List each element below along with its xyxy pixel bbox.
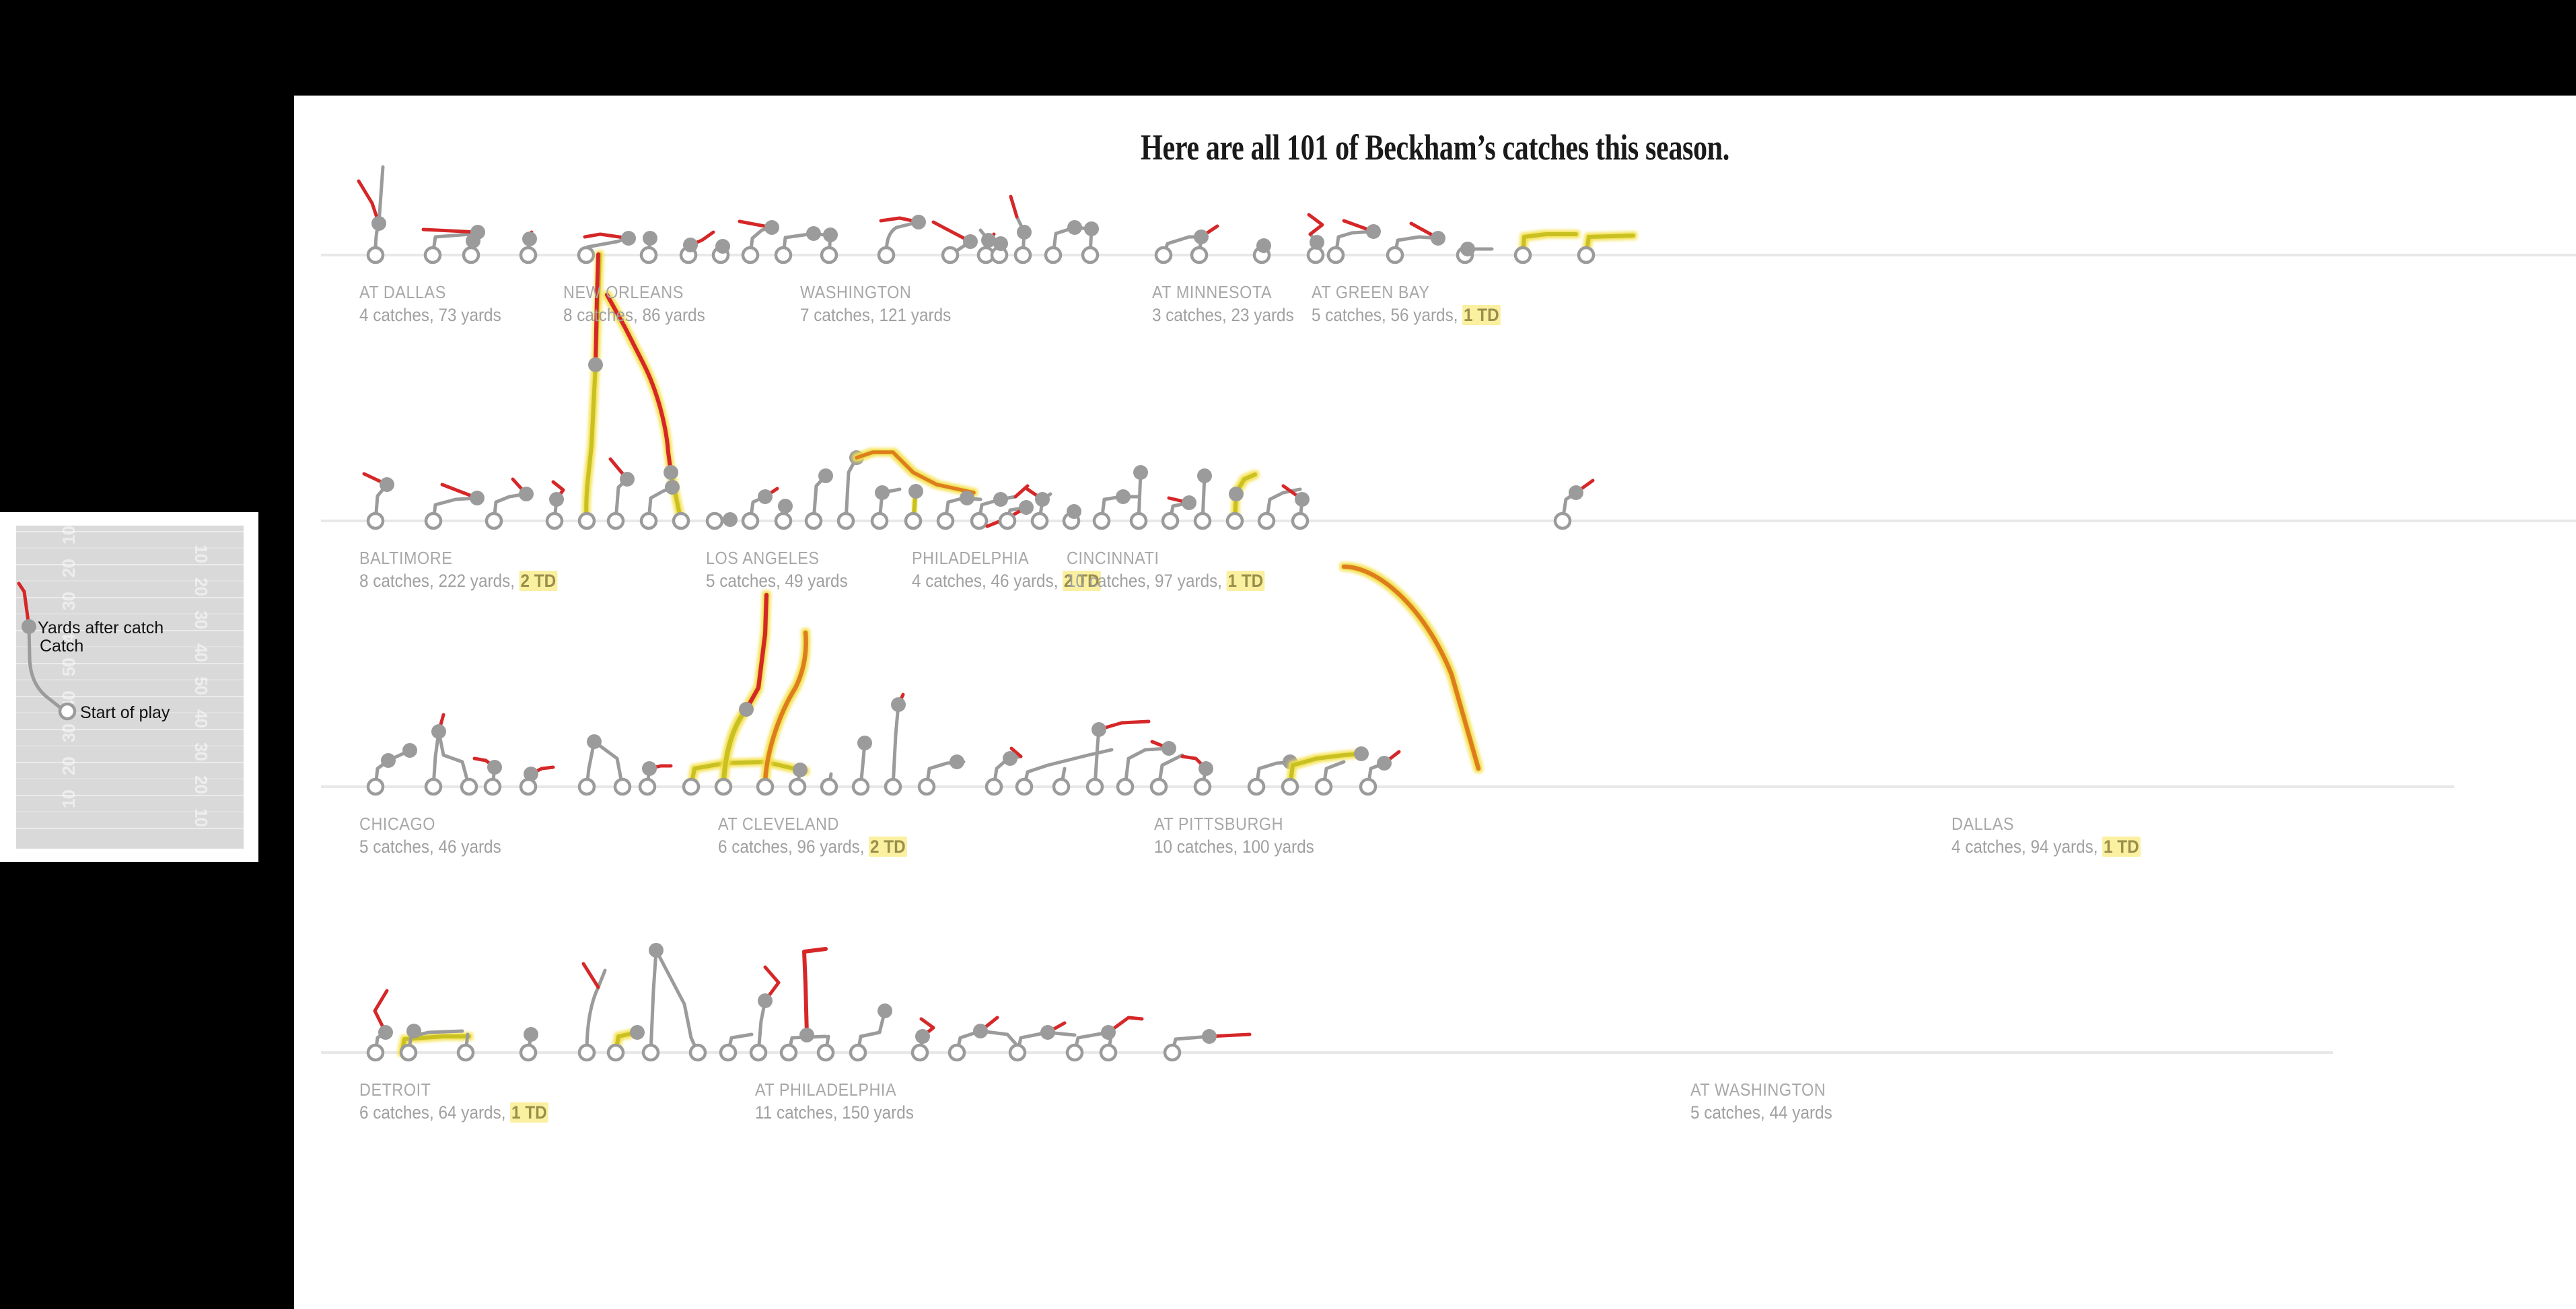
game-label-washington: WASHINGTON <box>800 282 912 302</box>
game-label-chicago: CHICAGO <box>359 814 435 834</box>
td-badge: 1 TD <box>1462 305 1501 325</box>
td-badge: 1 TD <box>510 1102 548 1123</box>
stat-text: 4 catches, 94 yards, <box>1952 837 2103 857</box>
stat-text: 8 catches, 222 yards, <box>359 571 520 591</box>
legend-label-yac: Yards after catch <box>38 618 164 637</box>
game-stat-at-pittsburgh: 10 catches, 100 yards <box>1154 837 1314 857</box>
game-label-at-philadelphia: AT PHILADELPHIA <box>755 1080 897 1100</box>
game-stat-baltimore: 8 catches, 222 yards, 2 TD <box>359 571 558 592</box>
stat-text: 10 catches, 97 yards, <box>1067 571 1227 591</box>
game-stat-washington: 7 catches, 121 yards <box>800 305 952 325</box>
game-stat-at-dallas: 4 catches, 73 yards <box>359 305 501 325</box>
legend-catch-dot <box>22 619 36 634</box>
row-3-plays <box>366 592 1401 796</box>
td-badge: 1 TD <box>1226 571 1265 591</box>
game-label-new-orleans: NEW ORLEANS <box>563 282 684 302</box>
game-label-at-green-bay: AT GREEN BAY <box>1312 282 1430 302</box>
stat-text: 6 catches, 96 yards, <box>718 837 869 857</box>
game-label-at-pittsburgh: AT PITTSBURGH <box>1154 814 1284 834</box>
game-stat-new-orleans: 8 catches, 86 yards <box>563 305 705 325</box>
row-1-edge-play <box>1577 234 1635 264</box>
td-badge: 1 TD <box>2102 837 2141 857</box>
game-label-at-washington: AT WASHINGTON <box>1690 1080 1826 1100</box>
catch-chart-svg <box>321 165 2576 1062</box>
row-2-plays <box>362 252 1481 771</box>
game-stat-cincinnati: 10 catches, 97 yards, 1 TD <box>1067 571 1265 592</box>
game-stat-at-minnesota: 3 catches, 23 yards <box>1152 305 1294 325</box>
game-stat-los-angeles: 5 catches, 49 yards <box>706 571 848 591</box>
legend-label-start: Start of play <box>80 703 170 722</box>
legend-label-catch: Catch <box>40 637 84 656</box>
game-label-at-minnesota: AT MINNESOTA <box>1152 282 1273 302</box>
td-badge: 2 TD <box>869 837 907 857</box>
td-badge: 2 TD <box>519 571 558 591</box>
stat-text: 4 catches, 46 yards, <box>912 571 1063 591</box>
game-label-los-angeles: LOS ANGELES <box>706 548 820 568</box>
catch-chart: AT DALLAS 4 catches, 73 yards NEW ORLEAN… <box>294 96 2576 1309</box>
game-label-baltimore: BALTIMORE <box>359 548 453 568</box>
game-label-at-cleveland: AT CLEVELAND <box>718 814 839 834</box>
game-label-philadelphia: PHILADELPHIA <box>912 548 1030 568</box>
game-stat-detroit: 6 catches, 64 yards, 1 TD <box>359 1102 548 1123</box>
article-panel: Here are all 101 of Beckham’s catches th… <box>294 96 2576 1309</box>
game-label-cincinnati: CINCINNATI <box>1067 548 1159 568</box>
game-stat-chicago: 5 catches, 46 yards <box>359 837 501 857</box>
game-stat-at-philadelphia: 11 catches, 150 yards <box>755 1102 914 1123</box>
game-stat-at-washington: 5 catches, 44 yards <box>1690 1102 1832 1123</box>
game-label-at-dallas: AT DALLAS <box>359 282 446 302</box>
legend-start-dot <box>58 702 77 721</box>
game-label-detroit: DETROIT <box>359 1080 431 1100</box>
baseline-group <box>321 254 2576 1054</box>
game-label-dallas: DALLAS <box>1952 814 2014 834</box>
legend-card: 10 20 30 40 50 40 30 20 10 10 20 30 40 5… <box>4 516 254 858</box>
stat-text: 5 catches, 56 yards, <box>1312 305 1463 325</box>
game-stat-dallas: 4 catches, 94 yards, 1 TD <box>1952 837 2141 857</box>
game-stat-at-green-bay: 5 catches, 56 yards, 1 TD <box>1312 305 1501 326</box>
legend-diagram <box>17 581 77 721</box>
stat-text: 6 catches, 64 yards, <box>359 1102 511 1123</box>
row-4-plays <box>366 943 1252 1062</box>
game-stat-at-cleveland: 6 catches, 96 yards, 2 TD <box>718 837 907 857</box>
row-1-plays <box>357 165 1578 264</box>
